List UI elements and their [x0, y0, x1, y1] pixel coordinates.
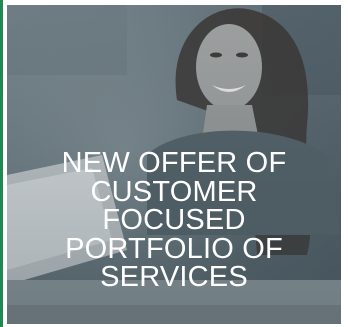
promo-headline: NEW OFFER OF CUSTOMER FOCUSED PORTFOLIO …: [7, 149, 341, 292]
promo-card[interactable]: NEW OFFER OF CUSTOMER FOCUSED PORTFOLIO …: [7, 5, 341, 324]
headline-line: CUSTOMER: [90, 175, 258, 208]
headline-line: NEW OFFER OF: [61, 147, 287, 179]
headline-line: SERVICES: [100, 261, 248, 293]
promo-frame: NEW OFFER OF CUSTOMER FOCUSED PORTFOLIO …: [0, 0, 348, 327]
accent-bar: [0, 0, 3, 327]
headline-line: PORTFOLIO OF: [65, 232, 283, 265]
headline-line: FOCUSED: [102, 204, 246, 236]
